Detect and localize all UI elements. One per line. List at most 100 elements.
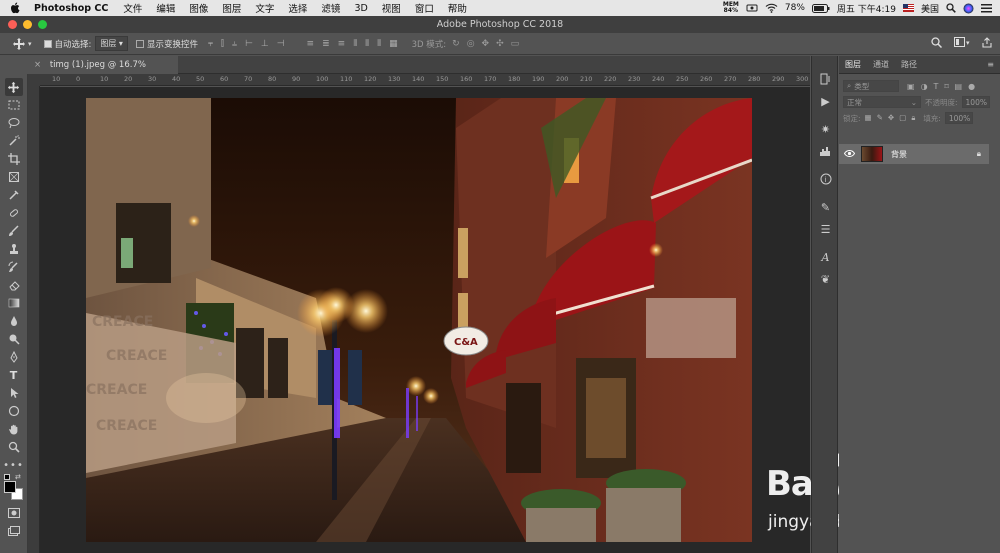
history-panel-icon[interactable] (812, 68, 839, 90)
document-tab[interactable]: × timg (1).jpeg @ 16.7%(RGB/8#) (28, 56, 178, 88)
quick-mask-icon[interactable] (5, 504, 23, 522)
brush-tool-icon[interactable] (5, 222, 23, 240)
marquee-tool-icon[interactable] (5, 96, 23, 114)
fill-field[interactable]: 100% (944, 112, 973, 124)
align-left-icon[interactable]: ⊢ (245, 39, 253, 49)
move-tool-preset-icon[interactable]: ▾ (12, 37, 32, 51)
lock-transparent-icon[interactable]: ▦ (865, 113, 872, 123)
actions-panel-icon[interactable]: ▶ (812, 90, 839, 112)
menu-filter[interactable]: 滤镜 (321, 1, 340, 15)
distribute-vcenter-icon[interactable]: ≣ (322, 39, 330, 49)
character-panel-icon[interactable]: A (812, 246, 839, 268)
path-selection-tool-icon[interactable] (5, 384, 23, 402)
rectangle-tool-icon[interactable] (5, 402, 23, 420)
3d-slide-icon[interactable]: ✣ (496, 39, 504, 49)
eraser-tool-icon[interactable] (5, 276, 23, 294)
filter-adjustment-icon[interactable]: ◑ (921, 82, 928, 91)
notification-center-icon[interactable] (981, 3, 992, 13)
screen-mode-icon[interactable] (5, 522, 23, 540)
layer-row-background[interactable]: 背景 🔒︎ (839, 144, 989, 164)
brush-settings-panel-icon[interactable]: ✎ (812, 196, 839, 218)
histogram-panel-icon[interactable] (812, 140, 839, 162)
lasso-tool-icon[interactable] (5, 114, 23, 132)
3d-rotate-icon[interactable]: ↻ (452, 39, 460, 49)
wifi-icon[interactable] (765, 3, 778, 13)
foreground-color-swatch[interactable] (4, 481, 16, 493)
eyedropper-tool-icon[interactable] (5, 186, 23, 204)
gradient-tool-icon[interactable] (5, 294, 23, 312)
vertical-ruler[interactable] (28, 86, 40, 553)
distribute-bottom-icon[interactable]: ≡ (338, 39, 346, 49)
hand-tool-icon[interactable] (5, 420, 23, 438)
menu-help[interactable]: 帮助 (448, 1, 467, 15)
search-icon[interactable] (931, 36, 943, 51)
history-brush-tool-icon[interactable] (5, 258, 23, 276)
quick-selection-tool-icon[interactable] (5, 132, 23, 150)
lock-artboard-icon[interactable]: ▢ (899, 113, 906, 123)
auto-align-icon[interactable]: ▦ (389, 39, 398, 49)
glyphs-panel-icon[interactable]: ❦ (812, 268, 839, 290)
show-transform-check[interactable] (135, 39, 144, 48)
lock-image-icon[interactable]: ✎ (877, 113, 883, 123)
healing-brush-tool-icon[interactable] (5, 204, 23, 222)
zoom-window-button[interactable] (38, 20, 47, 29)
visibility-eye-icon[interactable] (839, 149, 859, 159)
crop-tool-icon[interactable] (5, 150, 23, 168)
align-right-icon[interactable]: ⊣ (277, 39, 285, 49)
dodge-tool-icon[interactable] (5, 330, 23, 348)
adjustments-panel-icon[interactable]: ✷ (812, 118, 839, 140)
distribute-left-icon[interactable]: ⦀ (353, 39, 357, 49)
blend-mode-dropdown[interactable]: 正常 ⌄ (843, 96, 921, 108)
frame-tool-icon[interactable] (5, 168, 23, 186)
tab-channels[interactable]: 通道 (873, 59, 889, 70)
spotlight-search-icon[interactable] (946, 3, 956, 13)
menu-select[interactable]: 选择 (288, 1, 307, 15)
filter-shape-icon[interactable]: ⌑ (944, 82, 948, 91)
show-transform-checkbox[interactable]: 显示变换控件 (135, 38, 198, 50)
apple-icon[interactable] (10, 0, 24, 16)
default-colors-icon[interactable] (4, 474, 10, 480)
share-icon[interactable] (982, 36, 992, 51)
properties-panel-icon[interactable]: ☰ (812, 218, 839, 240)
pen-tool-icon[interactable] (5, 348, 23, 366)
distribute-right-icon[interactable]: ⦀ (377, 39, 381, 49)
lock-position-icon[interactable]: ✥ (888, 113, 894, 123)
close-tab-icon[interactable]: × (34, 60, 41, 70)
menu-layer[interactable]: 图层 (222, 1, 241, 15)
swap-colors-icon[interactable]: ⇄ (15, 473, 21, 481)
distribute-hcenter-icon[interactable]: ⦀ (365, 39, 369, 49)
layer-filter-kind[interactable]: ⌕ 类型 (843, 80, 899, 92)
app-menu[interactable]: Photoshop CC (34, 3, 108, 14)
siri-icon[interactable] (963, 3, 974, 14)
blur-tool-icon[interactable] (5, 312, 23, 330)
auto-select-dropdown[interactable]: 图层 ▾ (95, 36, 128, 51)
layer-lock-icon[interactable]: 🔒︎ (977, 149, 981, 159)
ruler-origin[interactable] (28, 74, 40, 86)
align-hcenter-icon[interactable]: ⊥ (261, 39, 269, 49)
zoom-tool-icon[interactable] (5, 438, 23, 456)
menu-view[interactable]: 视图 (382, 1, 401, 15)
clone-stamp-tool-icon[interactable] (5, 240, 23, 258)
menu-extra-icon[interactable] (746, 3, 758, 13)
info-panel-icon[interactable]: i (812, 168, 839, 190)
align-bottom-icon[interactable]: ⫨ (232, 39, 237, 49)
menu-file[interactable]: 文件 (123, 1, 142, 15)
workspace-switcher-icon[interactable]: ▾ (954, 37, 970, 50)
close-window-button[interactable] (8, 20, 17, 29)
move-tool-icon[interactable] (4, 78, 23, 96)
battery-icon[interactable] (811, 3, 830, 13)
filter-toggle-icon[interactable]: ● (968, 82, 975, 91)
menu-3d[interactable]: 3D (354, 3, 367, 14)
flag-icon[interactable] (902, 4, 914, 12)
clock[interactable]: 周五 下午4:19 (837, 2, 896, 15)
3d-roll-icon[interactable]: ◎ (467, 39, 475, 49)
filter-type-icon[interactable]: T (934, 82, 939, 91)
align-top-icon[interactable]: ⫧ (208, 39, 213, 49)
minimize-window-button[interactable] (23, 20, 32, 29)
horizontal-ruler[interactable]: 10 0 10 20 30 40 50 60 70 80 90 100 110 120 130 140 150 1… (40, 74, 810, 86)
tab-layers[interactable]: 图层 (845, 59, 861, 70)
filter-smart-icon[interactable]: ▤ (955, 82, 963, 91)
auto-select-checkbox[interactable]: 自动选择: (43, 38, 91, 50)
memory-indicator[interactable]: MEM 84% (723, 2, 739, 14)
canvas-image[interactable]: CREACE CREACE CREACE CREACE C&A (86, 98, 752, 542)
